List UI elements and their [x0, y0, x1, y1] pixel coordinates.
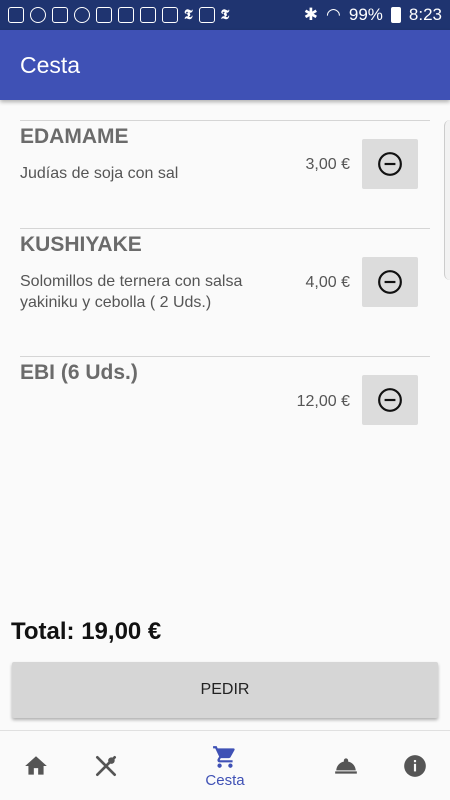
- news-icon: 𝕿: [184, 7, 193, 23]
- remove-item-button[interactable]: [362, 257, 418, 307]
- info-icon: [404, 755, 426, 777]
- page-title: Cesta: [20, 51, 81, 78]
- item-name: KUSHIYAKE: [20, 233, 142, 256]
- remove-circle-icon: [378, 152, 402, 176]
- nav-home[interactable]: [20, 731, 52, 800]
- restaurant-icon: [95, 755, 117, 777]
- nav-service[interactable]: [330, 731, 362, 800]
- soccer-icon: [74, 7, 90, 23]
- bluetooth-icon: ✱: [303, 5, 319, 24]
- image-icon: [52, 7, 68, 23]
- home-icon: [25, 756, 47, 775]
- screenshot-icon: [198, 7, 215, 23]
- nav-info[interactable]: [400, 731, 430, 800]
- app-bar: Cesta: [0, 30, 450, 100]
- item-description: Judías de soja con sal: [20, 165, 179, 182]
- order-total: Total: 19,00 €: [11, 618, 162, 645]
- shield-icon: [162, 7, 178, 23]
- cart-item-kushiyake: KUSHIYAKE Solomillos de ternera con sals…: [20, 228, 430, 356]
- wifi-icon: ◠: [326, 5, 341, 24]
- nav-cesta[interactable]: Cesta: [195, 731, 255, 800]
- sim-icon: [118, 7, 134, 23]
- battery-icon: [390, 7, 401, 23]
- notification-icons: 𝕿 𝕿: [8, 7, 229, 23]
- nav-menu[interactable]: [90, 731, 122, 800]
- photo-icon: [96, 7, 112, 23]
- status-bar: 𝕿 𝕿 ✱ ◠ 99% 8:23: [0, 0, 450, 30]
- clock: 8:23: [408, 5, 442, 24]
- item-price: 4,00 €: [305, 274, 350, 291]
- scroll-indicator[interactable]: [444, 120, 450, 280]
- bottom-navigation: Cesta: [0, 730, 450, 800]
- cart-item-edamame: EDAMAME Judías de soja con sal 3,00 €: [20, 120, 430, 228]
- item-price: 3,00 €: [305, 156, 350, 173]
- battery-percent: 99%: [348, 5, 383, 24]
- cart-item-ebi: EBI (6 Uds.) 12,00 €: [20, 356, 430, 446]
- remove-circle-icon: [378, 388, 402, 412]
- block-icon: [30, 7, 46, 23]
- news-icon-2: 𝕿: [220, 7, 230, 23]
- chat-icon: [8, 7, 24, 23]
- cart-list: EDAMAME Judías de soja con sal 3,00 € KU…: [0, 100, 450, 610]
- remove-item-button[interactable]: [362, 375, 418, 425]
- room-service-icon: [335, 758, 357, 774]
- remove-item-button[interactable]: [362, 139, 418, 189]
- item-description: Solomillos de ternera con salsa yakiniku…: [20, 273, 243, 311]
- item-price: 12,00 €: [296, 393, 350, 410]
- nav-cesta-label: Cesta: [205, 771, 245, 789]
- remove-circle-icon: [378, 270, 402, 294]
- mail-icon: [140, 7, 156, 23]
- order-button[interactable]: PEDIR: [12, 662, 438, 718]
- cart-icon: [213, 745, 235, 768]
